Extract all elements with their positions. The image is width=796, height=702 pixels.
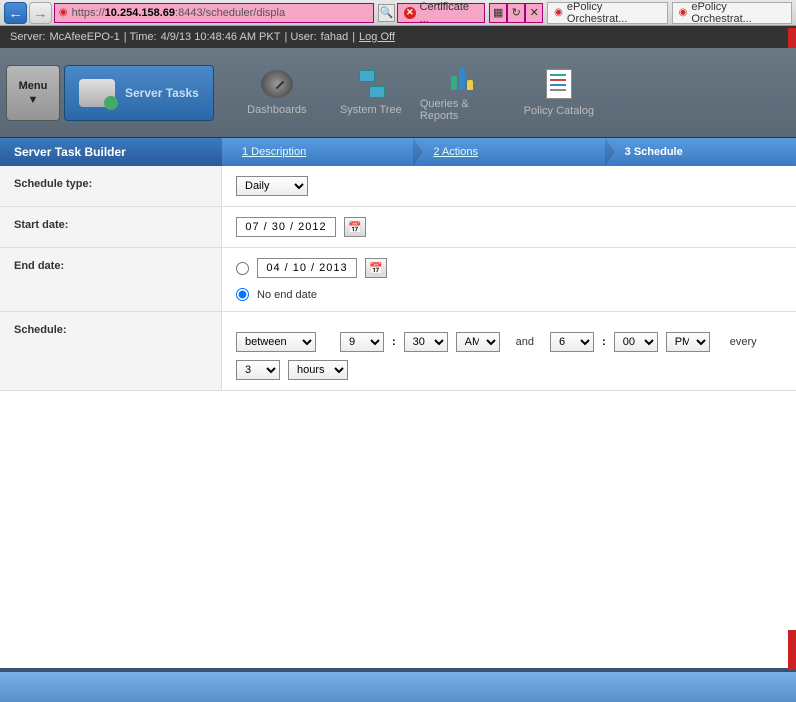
bottom-bar xyxy=(0,672,796,702)
stop-button[interactable]: ✕ xyxy=(525,3,543,23)
menu-button[interactable]: Menu ▼ xyxy=(6,65,60,121)
mcafee-sidebar-icon xyxy=(788,28,796,48)
start-date-label: Start date: xyxy=(0,207,222,247)
cert-error-icon: ✕ xyxy=(404,7,415,19)
end-date-label: End date: xyxy=(0,248,222,311)
browser-toolbar: ← → ◉ https://10.254.158.69:8443/schedul… xyxy=(0,0,796,26)
schedule-type-select[interactable]: Daily xyxy=(236,176,308,196)
wizard-step-schedule: 3 Schedule xyxy=(605,138,796,166)
certificate-warning[interactable]: ✕ Certificate ... xyxy=(397,3,485,23)
wizard-steps: Server Task Builder 1 Description 2 Acti… xyxy=(0,138,796,166)
server-tasks-icon xyxy=(79,79,115,107)
url-ip: 10.254.158.69 xyxy=(105,7,175,19)
schedule-type-row: Schedule type: Daily xyxy=(0,166,796,207)
server-value: McAfeeEPO-1 xyxy=(49,31,119,43)
log-off-link[interactable]: Log Off xyxy=(359,31,395,43)
mcafee-icon: ◉ xyxy=(679,7,688,18)
browser-tab-2[interactable]: ◉ ePolicy Orchestrat... xyxy=(672,2,792,24)
search-button[interactable]: 🔍 xyxy=(378,4,395,22)
every-unit-select[interactable]: hours xyxy=(288,360,348,380)
start-minute-select[interactable]: 30 xyxy=(404,332,448,352)
start-date-input[interactable] xyxy=(236,217,336,237)
mcafee-sidebar-icon xyxy=(788,630,796,670)
back-button[interactable]: ← xyxy=(4,2,27,24)
server-tasks-button[interactable]: Server Tasks xyxy=(64,65,214,121)
calendar-icon: 📅 xyxy=(348,221,362,234)
start-ampm-select[interactable]: AM xyxy=(456,332,500,352)
end-hour-select[interactable]: 6 xyxy=(550,332,594,352)
chart-icon xyxy=(449,64,481,92)
compat-icon[interactable]: ▦ xyxy=(489,3,507,23)
end-minute-select[interactable]: 00 xyxy=(614,332,658,352)
refresh-button[interactable]: ↻ xyxy=(507,3,525,23)
dashboards-button[interactable]: Dashboards xyxy=(232,70,322,116)
server-label: Server: xyxy=(10,31,45,43)
gauge-icon xyxy=(261,70,293,98)
app-status-bar: Server: McAfeeEPO-1 | Time: 4/9/13 10:48… xyxy=(0,26,796,48)
schedule-label: Schedule: xyxy=(0,312,222,390)
mcafee-icon: ◉ xyxy=(554,7,563,18)
no-end-date-radio[interactable] xyxy=(236,288,249,301)
start-date-row: Start date: 📅 xyxy=(0,207,796,248)
wizard-step-actions[interactable]: 2 Actions xyxy=(413,138,604,166)
and-label: and xyxy=(516,336,534,348)
shield-icon: ◉ xyxy=(59,7,68,18)
every-label: every xyxy=(730,336,757,348)
no-end-date-label: No end date xyxy=(257,289,317,301)
end-date-input[interactable] xyxy=(257,258,357,278)
catalog-icon xyxy=(546,69,572,99)
queries-reports-button[interactable]: Queries & Reports xyxy=(420,64,510,122)
calendar-icon: 📅 xyxy=(369,262,383,275)
end-date-specific-radio[interactable] xyxy=(236,262,249,275)
policy-catalog-button[interactable]: Policy Catalog xyxy=(514,69,604,117)
wizard-step-description[interactable]: 1 Description xyxy=(222,138,413,166)
time-value: 4/9/13 10:48:46 AM PKT xyxy=(161,31,281,43)
app-toolbar: Menu ▼ Server Tasks Dashboards System Tr… xyxy=(0,48,796,138)
schedule-row: Schedule: between 9 : 30 AM and 6 : 00 P… xyxy=(0,312,796,391)
tree-icon xyxy=(355,70,387,98)
end-date-picker-button[interactable]: 📅 xyxy=(365,258,387,278)
forward-button[interactable]: → xyxy=(29,2,52,24)
time-mode-select[interactable]: between xyxy=(236,332,316,352)
address-bar[interactable]: ◉ https://10.254.158.69:8443/scheduler/d… xyxy=(54,3,374,23)
chevron-down-icon: ▼ xyxy=(28,94,39,106)
url-suffix: :8443/scheduler/displa xyxy=(175,7,285,19)
end-date-row: End date: 📅 No end date xyxy=(0,248,796,312)
schedule-type-label: Schedule type: xyxy=(0,166,222,206)
start-date-picker-button[interactable]: 📅 xyxy=(344,217,366,237)
form-area: Schedule type: Daily Start date: 📅 End d… xyxy=(0,166,796,668)
user-value: fahad xyxy=(321,31,349,43)
every-value-select[interactable]: 3 xyxy=(236,360,280,380)
wizard-title: Server Task Builder xyxy=(0,138,222,166)
url-prefix: https:// xyxy=(72,7,105,19)
cert-text: Certificate ... xyxy=(420,1,479,25)
system-tree-button[interactable]: System Tree xyxy=(326,70,416,116)
start-hour-select[interactable]: 9 xyxy=(340,332,384,352)
browser-tab-1[interactable]: ◉ ePolicy Orchestrat... xyxy=(547,2,667,24)
end-ampm-select[interactable]: PM xyxy=(666,332,710,352)
